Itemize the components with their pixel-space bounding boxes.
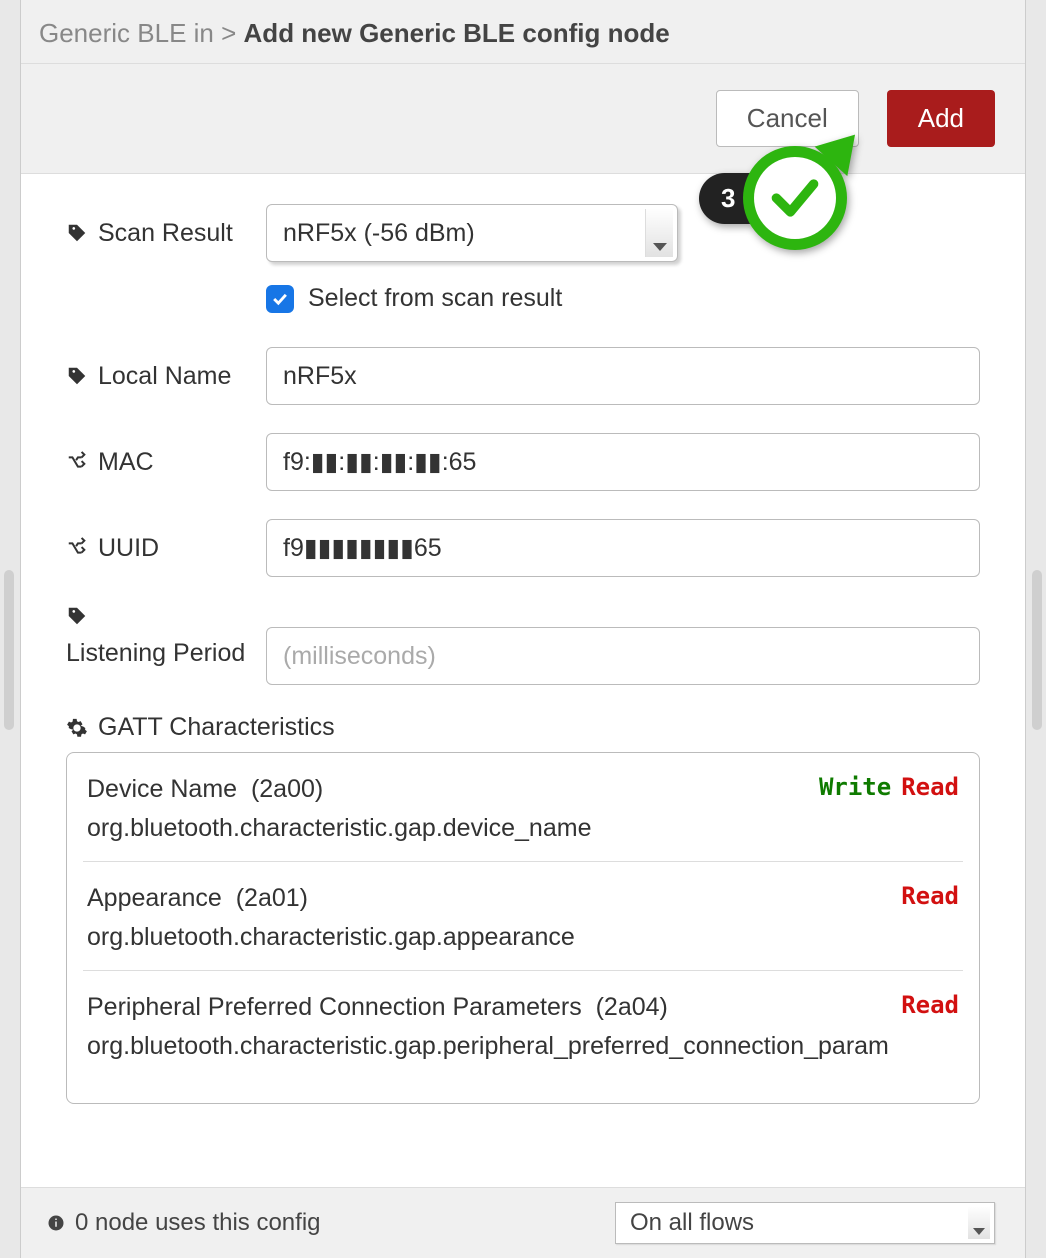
breadcrumb: Generic BLE in > Add new Generic BLE con…	[39, 18, 1007, 49]
chevron-down-icon	[645, 209, 673, 257]
tag-icon	[66, 605, 88, 627]
step-check-circle	[743, 146, 847, 250]
read-tag: Read	[901, 991, 959, 1019]
select-from-scan-label: Select from scan result	[308, 284, 562, 313]
gatt-item[interactable]: Read Peripheral Preferred Connection Par…	[83, 971, 963, 1079]
scrollbar-right[interactable]	[1032, 570, 1042, 730]
scope-select[interactable]: On all flows	[615, 1202, 995, 1244]
row-local-name: Local Name	[66, 347, 980, 405]
gear-icon	[66, 717, 88, 739]
step-callout: 3	[699, 146, 847, 250]
gatt-item[interactable]: Write Read Device Name (2a00) org.blueto…	[83, 753, 963, 862]
row-uuid: UUID	[66, 519, 980, 577]
actions-bar: Cancel Add 3	[21, 64, 1025, 174]
uuid-input[interactable]	[266, 519, 980, 577]
scan-result-selected: nRF5x (-56 dBm)	[283, 219, 475, 248]
config-usage-text: 0 node uses this config	[75, 1209, 321, 1237]
tag-icon	[66, 222, 88, 244]
gatt-desc: org.bluetooth.characteristic.gap.periphe…	[87, 1032, 959, 1061]
read-tag: Read	[901, 773, 959, 801]
chevron-down-icon	[968, 1207, 990, 1239]
gatt-desc: org.bluetooth.characteristic.gap.device_…	[87, 814, 959, 843]
breadcrumb-separator: >	[221, 18, 236, 48]
check-icon	[767, 170, 823, 226]
breadcrumb-parent[interactable]: Generic BLE in	[39, 18, 214, 48]
scope-selected: On all flows	[630, 1209, 754, 1237]
row-mac: MAC	[66, 433, 980, 491]
gatt-item[interactable]: Read Appearance (2a01) org.bluetooth.cha…	[83, 862, 963, 971]
shuffle-icon	[66, 537, 88, 559]
label-mac: MAC	[66, 448, 256, 477]
label-uuid: UUID	[66, 534, 256, 563]
gatt-characteristics-list[interactable]: Write Read Device Name (2a00) org.blueto…	[66, 752, 980, 1104]
gatt-tags: Read	[891, 991, 959, 1019]
read-tag: Read	[901, 882, 959, 910]
label-gatt: GATT Characteristics	[66, 713, 980, 742]
label-listening-period: Listening Period	[66, 605, 256, 671]
gatt-tags: Write Read	[819, 773, 959, 801]
gatt-tags: Read	[891, 882, 959, 910]
row-select-from-scan: Select from scan result	[266, 284, 980, 313]
select-from-scan-checkbox[interactable]	[266, 285, 294, 313]
config-panel: Generic BLE in > Add new Generic BLE con…	[20, 0, 1026, 1258]
mac-input[interactable]	[266, 433, 980, 491]
local-name-input[interactable]	[266, 347, 980, 405]
gatt-title: Appearance (2a01)	[87, 884, 959, 913]
row-listening-period: Listening Period	[66, 605, 980, 685]
write-tag: Write	[819, 773, 891, 801]
gatt-desc: org.bluetooth.characteristic.gap.appeara…	[87, 923, 959, 952]
panel-footer: 0 node uses this config On all flows	[21, 1187, 1025, 1258]
breadcrumb-current: Add new Generic BLE config node	[244, 18, 670, 48]
panel-header: Generic BLE in > Add new Generic BLE con…	[21, 0, 1025, 64]
gatt-title: Peripheral Preferred Connection Paramete…	[87, 993, 959, 1022]
shuffle-icon	[66, 451, 88, 473]
tag-icon	[66, 365, 88, 387]
listening-period-input[interactable]	[266, 627, 980, 685]
add-button[interactable]: Add	[887, 90, 995, 147]
scan-result-select[interactable]: nRF5x (-56 dBm)	[266, 204, 678, 262]
checkmark-icon	[270, 289, 290, 309]
info-icon	[47, 1214, 65, 1232]
label-scan-result: Scan Result	[66, 219, 256, 248]
label-local-name: Local Name	[66, 362, 256, 391]
form-body: Scan Result nRF5x (-56 dBm) Select from …	[21, 174, 1025, 1187]
scrollbar-left[interactable]	[4, 570, 14, 730]
